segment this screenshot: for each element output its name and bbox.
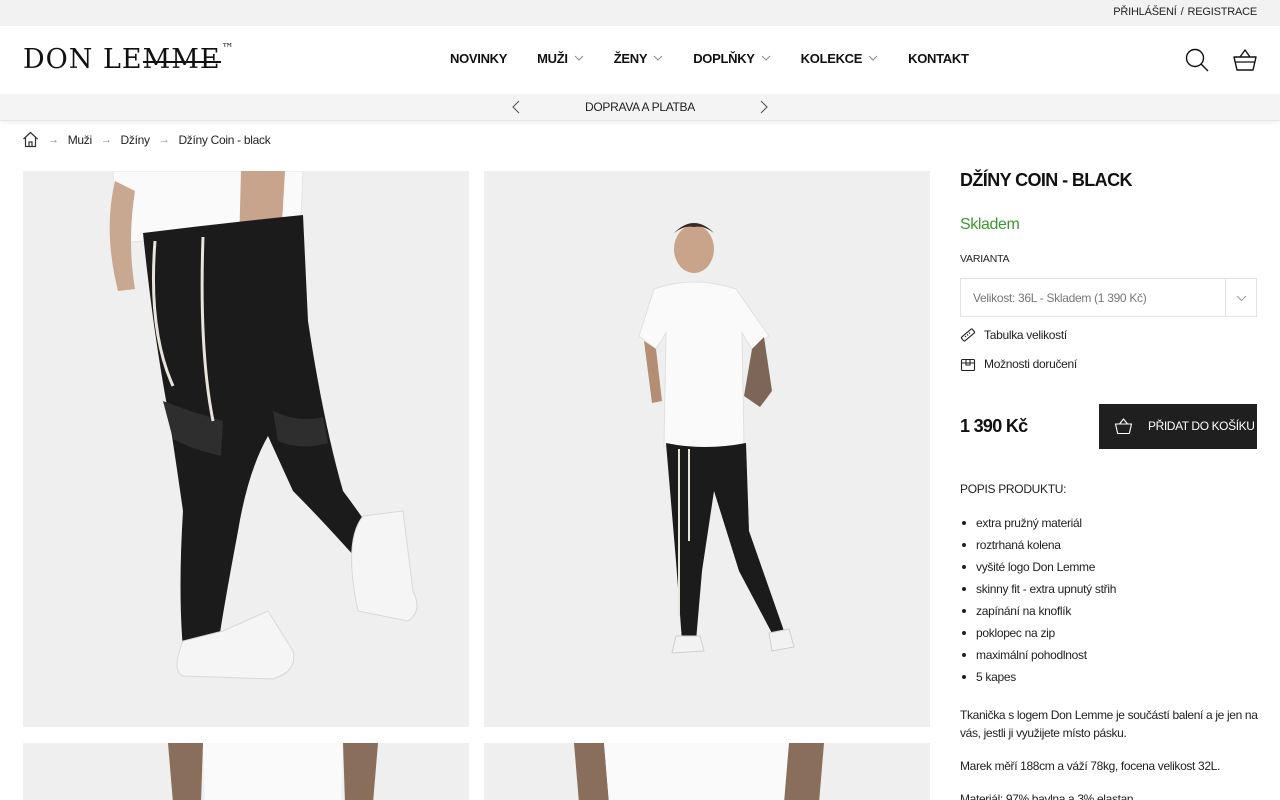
announcement-text[interactable]: DOPRAVA A PLATBA [0, 100, 1280, 114]
list-item: vyšité logo Don Lemme [960, 556, 1116, 578]
nav-item-zeny[interactable]: ŽENY [614, 51, 663, 66]
product-photo-detail-2 [574, 743, 824, 800]
product-photo-full-figure [638, 223, 795, 654]
description-paragraph: Tkanička s logem Don Lemme je součástí b… [960, 708, 1258, 740]
breadcrumb-item-muzi[interactable]: Muži [68, 133, 92, 147]
list-item: 5 kapes [960, 666, 1116, 688]
nav-item-doplnky[interactable]: DOPLŇKY [693, 51, 771, 66]
product-photo-3[interactable] [23, 743, 469, 800]
list-item: roztrhaná kolena [960, 534, 1116, 556]
description-title: POPIS PRODUKTU: [960, 482, 1067, 496]
list-item: poklopec na zip [960, 622, 1116, 644]
nav-item-muzi[interactable]: MUŽI [537, 51, 584, 66]
add-to-cart-label: PŘIDAT DO KOŠÍKU [1148, 419, 1255, 433]
variant-select-toggle[interactable] [1225, 279, 1256, 316]
product-title: DŽÍNY COIN - BLACK [960, 170, 1132, 190]
top-bar: PŘIHLÁŠENÍ / REGISTRACE [0, 0, 1280, 26]
breadcrumb-item-current: Džíny Coin - black [178, 132, 271, 147]
login-link[interactable]: PŘIHLÁŠENÍ [1113, 6, 1177, 18]
breadcrumb-item-dziny[interactable]: Džíny [121, 133, 150, 147]
brand-trademark: ™ [221, 41, 235, 55]
account-links: PŘIHLÁŠENÍ / REGISTRACE [1113, 6, 1257, 18]
product-photo-4[interactable] [484, 743, 930, 800]
nav-item-label: KOLEKCE [800, 51, 863, 66]
nav-item-novinky[interactable]: NOVINKY [450, 51, 507, 66]
product-price: 1 390 Kč [960, 416, 1028, 436]
list-item: skinny fit - extra upnutý střih [960, 578, 1116, 600]
list-item: maximální pohodlnost [960, 644, 1116, 666]
list-item: zapínání na knoflík [960, 600, 1116, 622]
chevron-down-icon [653, 55, 663, 61]
announcement-bar: DOPRAVA A PLATBA [0, 94, 1280, 121]
chevron-right-icon[interactable] [756, 100, 770, 114]
breadcrumb-separator: → [100, 133, 112, 146]
delivery-options-label: Možnosti doručení [984, 357, 1077, 371]
chevron-down-icon [574, 55, 584, 61]
search-icon[interactable] [1184, 47, 1210, 73]
variant-select-value: Velikost: 36L - Skladem (1 390 Kč) [973, 291, 1147, 305]
brand-logo[interactable]: DON LEMME™ [23, 41, 235, 75]
nav-item-label: MUŽI [537, 51, 568, 66]
product-photo-1[interactable] [23, 171, 469, 727]
nav-item-label: DOPLŇKY [693, 51, 755, 66]
brand-name-part2: MME [142, 44, 221, 75]
delivery-options-link[interactable]: Možnosti doručení [960, 356, 1077, 372]
size-table-link[interactable]: Tabulka velikostí [960, 327, 1067, 343]
stock-status: Skladem [960, 216, 1020, 233]
list-item: extra pružný materiál [960, 512, 1116, 534]
nav-item-label: NOVINKY [450, 51, 508, 66]
variant-select[interactable]: Velikost: 36L - Skladem (1 390 Kč) [960, 278, 1257, 317]
material-info: Materiál: 97% bavlna a 3% elastan [960, 792, 1134, 800]
basket-icon[interactable] [1232, 47, 1258, 73]
chevron-down-icon [1236, 295, 1247, 302]
chevron-down-icon [868, 55, 878, 61]
breadcrumb-separator: → [48, 133, 59, 146]
site-header: DON LEMME™ NOVINKY MUŽI ŽENY DOPLŇKY KOL… [0, 26, 1280, 94]
breadcrumb-separator: → [158, 133, 170, 146]
register-link[interactable]: REGISTRACE [1187, 6, 1257, 18]
chevron-down-icon [761, 55, 771, 61]
product-photo-detail-1 [168, 743, 378, 800]
account-links-separator: / [1180, 6, 1184, 18]
product-photo-2[interactable] [484, 171, 930, 727]
basket-icon [1114, 418, 1133, 435]
nav-item-kolekce[interactable]: KOLEKCE [801, 51, 878, 66]
size-table-label: Tabulka velikostí [984, 328, 1067, 342]
variant-label: VARIANTA [960, 253, 1010, 265]
main-nav: NOVINKY MUŽI ŽENY DOPLŇKY KOLEKCE KONTAK… [450, 51, 969, 66]
nav-item-label: ŽENY [613, 51, 648, 66]
ruler-icon [960, 328, 976, 342]
nav-item-label: KONTAKT [908, 51, 969, 66]
package-icon [960, 358, 976, 372]
brand-name-part1: DON LE [23, 44, 143, 75]
breadcrumb: → Muži → Džíny → Džíny Coin - black [22, 131, 271, 148]
model-info: Marek měří 188cm a váží 78kg, focena vel… [960, 759, 1220, 773]
home-icon[interactable] [22, 131, 39, 148]
product-photo-jeans-closeup [109, 171, 418, 680]
feature-list: extra pružný materiál roztrhaná kolena v… [960, 512, 1116, 688]
add-to-cart-button[interactable]: PŘIDAT DO KOŠÍKU [1099, 404, 1257, 449]
nav-item-kontakt[interactable]: KONTAKT [908, 51, 969, 66]
